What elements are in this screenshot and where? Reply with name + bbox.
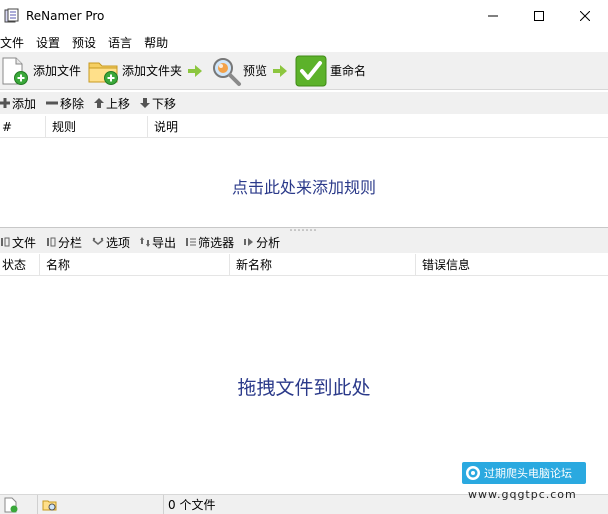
files-menu-button[interactable]: 文件 bbox=[0, 234, 36, 251]
files-col-status[interactable]: 状态 bbox=[0, 253, 40, 276]
drop-files-hint: 拖拽文件到此处 bbox=[237, 377, 371, 399]
menu-language[interactable]: 语言 bbox=[108, 34, 132, 51]
rename-button[interactable]: 重命名 bbox=[295, 54, 366, 88]
maximize-icon bbox=[534, 11, 544, 21]
export-icon bbox=[140, 237, 151, 247]
close-icon bbox=[580, 11, 590, 21]
rules-col-rule[interactable]: 规则 bbox=[46, 115, 148, 138]
maximize-button[interactable] bbox=[516, 0, 562, 32]
add-folders-label: 添加文件夹 bbox=[122, 64, 183, 78]
columns-icon bbox=[46, 237, 56, 247]
files-menu-label: 文件 bbox=[12, 235, 37, 250]
menu-settings[interactable]: 设置 bbox=[36, 34, 60, 51]
options-menu-button[interactable]: 选项 bbox=[92, 234, 130, 251]
rules-table-header: # 规则 说明 bbox=[0, 115, 608, 138]
files-table-header: 状态 名称 新名称 错误信息 bbox=[0, 253, 608, 276]
folder-search-icon bbox=[42, 500, 57, 510]
minimize-icon bbox=[488, 15, 498, 17]
files-icon bbox=[0, 237, 10, 247]
title-bar: ReNamer Pro bbox=[0, 0, 608, 32]
arrow-down-icon bbox=[140, 98, 151, 108]
window-controls bbox=[470, 0, 608, 32]
new-file-icon bbox=[4, 497, 18, 512]
preview-label: 预览 bbox=[243, 64, 268, 78]
preview-button[interactable]: 预览 bbox=[210, 54, 267, 88]
close-button[interactable] bbox=[562, 0, 608, 32]
menu-presets[interactable]: 预设 bbox=[72, 34, 96, 51]
export-menu-button[interactable]: 导出 bbox=[140, 234, 176, 251]
files-toolbar: 文件 分栏 选项 导出 筛选器 分析 bbox=[0, 231, 608, 253]
rules-col-description[interactable]: 说明 bbox=[148, 116, 608, 138]
arrow-right-icon bbox=[273, 64, 288, 77]
filters-menu-label: 筛选器 bbox=[198, 235, 235, 250]
rules-toolbar: 添加 移除 上移 下移 bbox=[0, 92, 608, 114]
options-menu-label: 选项 bbox=[106, 235, 131, 250]
files-col-new-name[interactable]: 新名称 bbox=[230, 253, 416, 276]
renamer-app-icon bbox=[4, 8, 20, 24]
watermark-url: www.gqgtpc.com bbox=[468, 487, 577, 501]
add-folder-icon bbox=[88, 62, 119, 85]
menu-file[interactable]: 文件 bbox=[0, 34, 24, 51]
site-watermark: 过期爬头电脑论坛 www.gqgtpc.com bbox=[462, 462, 586, 506]
watermark-banner: 过期爬头电脑论坛 bbox=[462, 462, 586, 484]
status-add-file-cell[interactable] bbox=[0, 494, 38, 514]
arrow-right-icon bbox=[188, 64, 203, 77]
options-icon bbox=[92, 237, 104, 247]
menu-bar: 文件 设置 预设 语言 帮助 bbox=[0, 32, 608, 52]
filters-menu-button[interactable]: 筛选器 bbox=[186, 234, 234, 251]
move-down-button[interactable]: 下移 bbox=[140, 95, 176, 112]
add-file-icon bbox=[2, 57, 28, 85]
filter-icon bbox=[186, 237, 197, 247]
rename-label: 重命名 bbox=[330, 64, 367, 78]
columns-menu-label: 分栏 bbox=[58, 235, 83, 250]
minus-icon bbox=[46, 98, 59, 108]
minimize-button[interactable] bbox=[470, 0, 516, 32]
add-folders-button[interactable]: 添加文件夹 bbox=[87, 54, 182, 88]
status-search-cell[interactable] bbox=[38, 494, 164, 514]
move-down-label: 下移 bbox=[152, 96, 177, 111]
watermark-title: 过期爬头电脑论坛 bbox=[484, 467, 572, 480]
files-col-name[interactable]: 名称 bbox=[40, 253, 230, 276]
rules-list[interactable]: 点击此处来添加规则 bbox=[0, 138, 608, 228]
export-menu-label: 导出 bbox=[152, 235, 177, 250]
watermark-logo-icon bbox=[466, 466, 480, 480]
preview-magnifier-icon bbox=[213, 57, 242, 86]
move-up-label: 上移 bbox=[106, 96, 131, 111]
columns-menu-button[interactable]: 分栏 bbox=[46, 234, 82, 251]
plus-icon bbox=[0, 98, 10, 108]
add-rule-button[interactable]: 添加 bbox=[0, 95, 36, 112]
analyze-icon bbox=[244, 237, 254, 247]
window-title: ReNamer Pro bbox=[26, 9, 105, 23]
checkmark-icon bbox=[295, 55, 327, 86]
remove-rule-button[interactable]: 移除 bbox=[46, 95, 84, 112]
arrow-up-icon bbox=[94, 98, 105, 108]
main-toolbar: 添加文件 添加文件夹 预览 重命名 bbox=[0, 52, 608, 90]
menu-help[interactable]: 帮助 bbox=[144, 34, 168, 51]
analyze-menu-label: 分析 bbox=[256, 235, 281, 250]
add-rules-hint[interactable]: 点击此处来添加规则 bbox=[0, 174, 608, 198]
rules-col-number[interactable]: # bbox=[0, 115, 46, 138]
remove-rule-label: 移除 bbox=[60, 96, 85, 111]
analyze-menu-button[interactable]: 分析 bbox=[244, 234, 280, 251]
add-files-button[interactable]: 添加文件 bbox=[0, 54, 81, 88]
move-up-button[interactable]: 上移 bbox=[94, 95, 130, 112]
add-rule-label: 添加 bbox=[12, 96, 37, 111]
files-col-error[interactable]: 错误信息 bbox=[416, 254, 608, 276]
add-files-label: 添加文件 bbox=[33, 64, 82, 78]
